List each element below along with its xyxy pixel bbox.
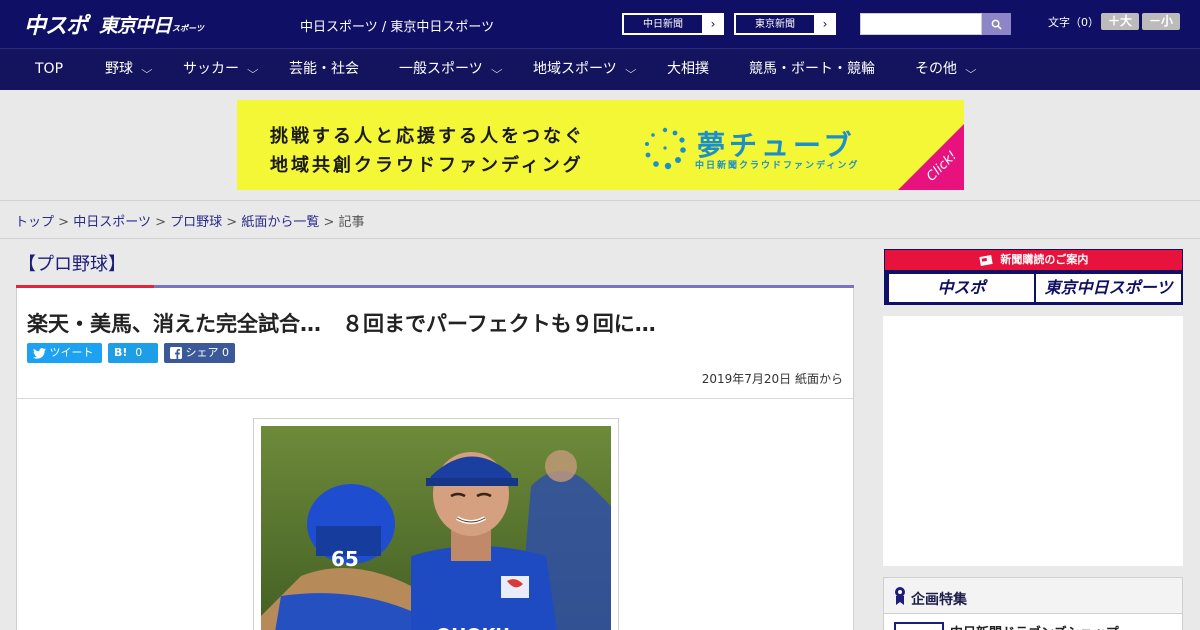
facebook-share-count: 0 [222,346,229,359]
subscription-heading-label: 新聞購読のご案内 [1000,253,1089,266]
sidebar-ad-slot [883,316,1183,566]
nav-item-entertainment[interactable]: 芸能・社会 [289,49,359,90]
article-date: 2019年7月20日 紙面から [701,372,843,386]
special-features-header: 企画特集 [884,578,1182,614]
special-features-box: 企画特集 中日新聞ドラゴンズショップ [883,577,1183,630]
site-header: 中スポ 東京中日 スポーツ 中日スポーツ / 東京中日スポーツ 中日新聞 › 東… [0,0,1200,48]
article-divider [17,398,853,399]
subscribe-chuspo-button[interactable]: 中スポ [889,274,1034,302]
font-decrease-button[interactable]: －小 [1142,13,1180,30]
site-title-link[interactable]: 中日スポーツ / 東京中日スポーツ [300,16,494,35]
ad-line-2: 地域共創クラウドファンディング [270,155,584,176]
search-button[interactable] [982,13,1011,35]
ribbon-icon [895,587,905,605]
search-icon [991,19,1002,30]
svg-text:OHOKU: OHOKU [436,625,510,630]
nav-item-general-sports[interactable]: 一般スポーツ ⌵ [399,49,503,90]
nav-item-label: 芸能・社会 [289,61,359,77]
facebook-icon [170,347,182,359]
svg-text:65: 65 [331,547,359,571]
breadcrumb-separator: > [155,215,166,230]
facebook-share-label: シェア [185,346,219,359]
article-headline: 楽天・美馬、消えた完全試合… ８回までパーフェクトも９回に… [27,312,656,336]
tokyo-shimbun-button[interactable]: 東京新聞 › [734,13,836,35]
tweet-button[interactable]: ツイート [27,343,102,363]
nav-item-label: 野球 [105,61,133,77]
nav-item-label: 地域スポーツ [533,61,617,77]
crowdfunding-ad-banner[interactable]: 挑戦する人と応援する人をつなぐ 地域共創クラウドファンディング 夢チューブ 中日… [237,100,964,190]
chevron-down-icon: ⌵ [965,65,977,76]
breadcrumb-current: 記事 [338,215,365,230]
ad-line-1: 挑戦する人と応援する人をつなぐ [270,126,585,147]
chevron-right-icon: › [815,14,835,34]
breadcrumb-separator: > [323,215,335,230]
chevron-right-icon: › [703,14,723,34]
twitter-icon [33,347,46,359]
nav-item-sumo[interactable]: 大相撲 [667,49,709,90]
hatena-count: 0 [135,346,143,359]
chevron-down-icon: ⌵ [247,65,259,76]
paper-button-label: 中日新聞 [623,14,703,34]
nav-item-racing[interactable]: 競馬・ボート・競輪 [749,49,875,90]
paper-button-label: 東京新聞 [735,14,815,34]
chevron-down-icon: ⌵ [490,65,503,76]
nav-item-other[interactable]: その他 ⌵ [915,49,977,90]
category-title: 【プロ野球】 [18,254,126,275]
breadcrumb-bar: トップ > 中日スポーツ > プロ野球 > 紙面から一覧 > 記事 [0,200,1200,239]
nav-item-label: TOP [35,61,64,77]
newspaper-icon [978,254,993,266]
hatena-icon: B! [114,346,128,359]
chevron-down-icon: ⌵ [141,65,153,76]
facebook-share-button[interactable]: シェア 0 [164,343,235,363]
baseball-players-photo: 65 OHOKU [261,426,611,630]
nav-item-label: その他 [915,61,957,77]
special-features-title: 企画特集 [911,592,967,608]
breadcrumb: トップ > 中日スポーツ > プロ野球 > 紙面から一覧 > 記事 [15,211,365,230]
tweet-label: ツイート [49,346,94,359]
site-logo[interactable]: 中スポ 東京中日 スポーツ [24,10,204,39]
dragons-shop-link[interactable]: 中日新聞ドラゴンズショップ [950,622,1119,630]
nav-item-label: 一般スポーツ [399,61,483,77]
dragons-shop-thumbnail[interactable] [894,622,944,630]
breadcrumb-separator: > [226,215,238,230]
breadcrumb-top[interactable]: トップ [15,215,54,230]
logo-chuspo: 中スポ [24,14,88,39]
subscription-box: 新聞購読のご案内 中スポ 東京中日スポーツ [884,249,1183,305]
breadcrumb-chunichi-sports[interactable]: 中日スポーツ [73,215,151,230]
chevron-down-icon: ⌵ [624,65,637,76]
dotted-circle-icon [645,127,686,170]
nav-item-label: 大相撲 [667,61,709,77]
subscription-heading: 新聞購読のご案内 [885,250,1182,270]
breadcrumb-pro-baseball[interactable]: プロ野球 [170,215,222,230]
breadcrumb-separator: > [58,215,70,230]
logo-tokyo-chunichi: 東京中日 [99,14,172,37]
hatena-bookmark-button[interactable]: B! 0 [108,343,158,363]
logo-tokyo-sub: スポーツ [172,23,204,33]
nav-item-label: サッカー [183,61,239,77]
font-increase-button[interactable]: ＋大 [1101,13,1139,30]
chunichi-shimbun-button[interactable]: 中日新聞 › [622,13,724,35]
ad-brand-subtitle: 中日新聞クラウドファンディング [695,161,860,171]
nav-item-soccer[interactable]: サッカー ⌵ [183,49,259,90]
article-card: 楽天・美馬、消えた完全試合… ８回までパーフェクトも９回に… ツイート B! 0… [16,288,854,630]
article-photo[interactable]: 65 OHOKU [261,426,611,630]
subscribe-tokyo-chunichi-button[interactable]: 東京中日スポーツ [1036,274,1181,302]
search-input[interactable] [860,13,982,35]
main-nav: TOP 野球 ⌵ サッカー ⌵ 芸能・社会 一般スポーツ ⌵ 地域スポーツ ⌵ 大相撲 … [0,48,1200,90]
nav-item-baseball[interactable]: 野球 ⌵ [105,49,153,90]
nav-item-top[interactable]: TOP [35,49,63,90]
breadcrumb-paper-list[interactable]: 紙面から一覧 [241,215,319,230]
article-photo-frame: 65 OHOKU [253,418,619,630]
nav-item-label: 競馬・ボート・競輪 [749,61,875,77]
font-size-label: 文字（0） [1048,16,1099,29]
nav-item-local-sports[interactable]: 地域スポーツ ⌵ [533,49,637,90]
